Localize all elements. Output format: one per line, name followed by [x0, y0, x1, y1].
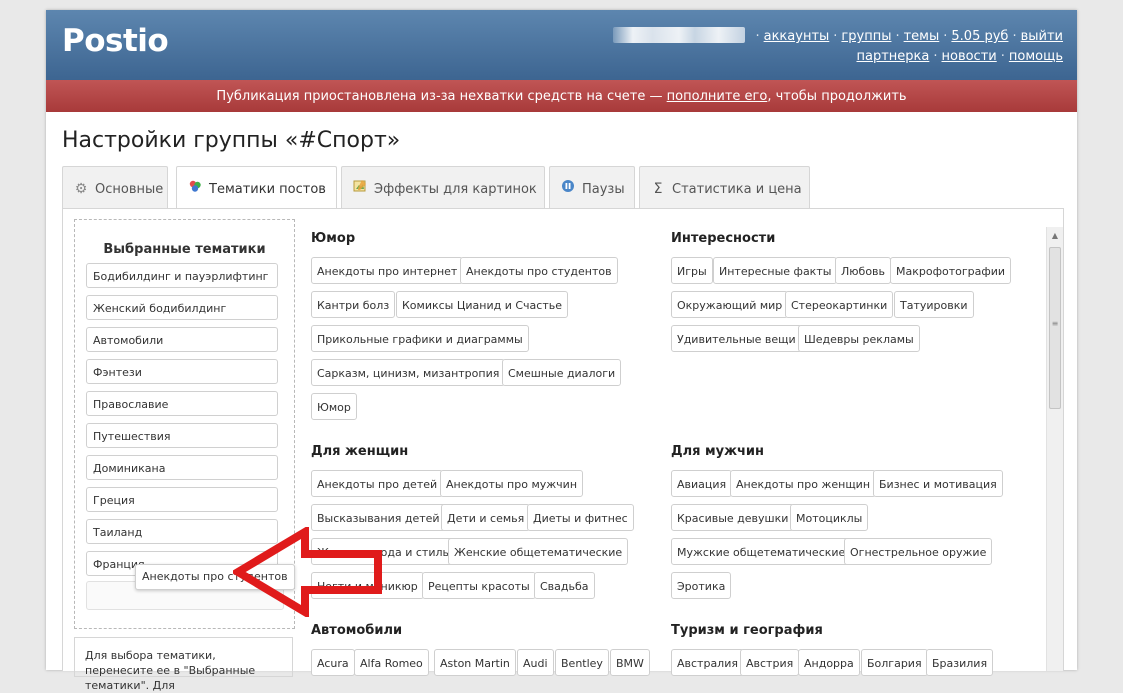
topic-chip[interactable]: Анекдоты про студентов — [460, 257, 618, 284]
selected-topics-title: Выбранные тематики — [103, 242, 266, 257]
instructions-hint: Для выбора тематики, перенесите ее в "Вы… — [74, 637, 293, 692]
topic-chip[interactable]: Красивые девушки — [671, 504, 795, 531]
topic-chip[interactable]: Анекдоты про женщин — [730, 470, 877, 497]
balance-link[interactable]: 5.05 руб — [951, 29, 1008, 44]
topnav-row-2: партнерка · новости · помощь — [856, 49, 1063, 64]
pause-icon — [560, 167, 576, 211]
topic-chip[interactable]: Кантри болз — [311, 291, 396, 318]
nav-themes-link[interactable]: темы — [904, 29, 940, 44]
nav-partners-link[interactable]: партнерка — [856, 49, 929, 64]
tab-pauses[interactable]: Паузы — [549, 166, 635, 208]
topic-chip[interactable]: Бразилия — [926, 649, 994, 676]
topic-chip[interactable]: Alfa Romeo — [354, 649, 429, 676]
topic-chip[interactable]: Юмор — [311, 393, 357, 420]
topic-chip[interactable]: Комиксы Цианид и Счастье — [396, 291, 569, 318]
app-window: Postio · аккаунты · группы · темы · 5.05 руб · вы… — [46, 10, 1077, 692]
topic-chip[interactable]: Шедевры рекламы — [798, 325, 920, 352]
topic-chip[interactable]: Андорра — [798, 649, 860, 676]
logout-link[interactable]: выйти — [1021, 29, 1063, 44]
topic-chip[interactable]: Болгария — [861, 649, 928, 676]
nav-accounts-link[interactable]: аккаунты — [764, 29, 830, 44]
topic-chip[interactable]: Audi — [517, 649, 554, 676]
topic-chip[interactable]: Анекдоты про мужчин — [440, 470, 584, 497]
topic-chip[interactable]: Acura — [311, 649, 355, 676]
header: Postio · аккаунты · группы · темы · 5.05 руб · вы… — [46, 10, 1077, 80]
publication-paused-alert: Публикация приостановлена из-за нехватки… — [46, 80, 1077, 112]
nav-groups-link[interactable]: группы — [841, 29, 891, 44]
topic-chip[interactable]: Австралия — [671, 649, 744, 676]
selected-topic-item[interactable]: Женский бодибилдинг — [86, 295, 278, 320]
topic-chip[interactable]: Смешные диалоги — [502, 359, 622, 386]
topic-chip[interactable]: Бизнес и мотивация — [873, 470, 1003, 497]
topics-panel: Выбранные тематики Бодибилдинг и пауэрли… — [62, 208, 1064, 692]
top-navigation: · аккаунты · группы · темы · 5.05 руб · выйти пар… — [613, 27, 1063, 67]
red-arrow-annotation — [233, 527, 382, 617]
selected-topic-item[interactable]: Фэнтези — [86, 359, 278, 384]
topic-chip[interactable]: Сарказм, цинизм, мизантропия — [311, 359, 506, 386]
topic-chip[interactable]: Диеты и фитнес — [527, 504, 634, 531]
gear-icon: ⚙ — [74, 181, 88, 197]
selected-topic-item[interactable]: Бодибилдинг и пауэрлифтинг — [86, 263, 278, 288]
image-effects-icon — [352, 167, 368, 211]
topic-chip[interactable]: Мотоциклы — [790, 504, 869, 531]
topic-chip[interactable]: Удивительные вещи — [671, 325, 802, 352]
topic-chip[interactable]: BMW — [610, 649, 650, 676]
selected-topic-item[interactable]: Доминикана — [86, 455, 278, 480]
topic-chip[interactable]: Aston Martin — [434, 649, 516, 676]
category-title: Интересности — [671, 231, 776, 246]
selected-topic-item[interactable]: Православие — [86, 391, 278, 416]
scrollbar-thumb[interactable]: ≡ — [1049, 247, 1061, 409]
tab-statistics-price[interactable]: Σ Статистика и цена — [639, 166, 810, 208]
tab-main[interactable]: ⚙ Основные — [62, 166, 168, 208]
selected-topic-item[interactable]: Греция — [86, 487, 278, 512]
category-title: Для женщин — [311, 444, 409, 459]
topic-chip[interactable]: Bentley — [555, 649, 609, 676]
selected-topic-item[interactable]: Автомобили — [86, 327, 278, 352]
topic-chip[interactable]: Стереокартинки — [785, 291, 894, 318]
topic-chip[interactable]: Австрия — [740, 649, 800, 676]
nav-help-link[interactable]: помощь — [1009, 49, 1063, 64]
topic-chip[interactable]: Татуировки — [894, 291, 974, 318]
topic-chip[interactable]: Мужские общетематические — [671, 538, 852, 565]
scroll-up-arrow-icon[interactable]: ▲ — [1047, 229, 1063, 243]
tab-image-effects[interactable]: Эффекты для картинок — [341, 166, 545, 208]
topic-chip[interactable]: Свадьба — [534, 572, 595, 599]
topic-chip[interactable]: Макрофотографии — [890, 257, 1012, 284]
topic-chip[interactable]: Окружающий мир — [671, 291, 789, 318]
logo[interactable]: Postio — [62, 23, 169, 59]
topics-scrollbar[interactable]: ▲ ≡ — [1046, 227, 1063, 671]
topics-icon — [187, 167, 203, 211]
category-title: Для мужчин — [671, 444, 765, 459]
category-title: Юмор — [311, 231, 356, 246]
topic-chip[interactable]: Любовь — [835, 257, 892, 284]
topic-chip[interactable]: Авиация — [671, 470, 733, 497]
topic-chip[interactable]: Интересные факты — [713, 257, 838, 284]
sigma-icon: Σ — [653, 181, 663, 197]
topnav-row-1: · аккаунты · группы · темы · 5.05 руб · выйти — [613, 27, 1063, 47]
topic-chip[interactable]: Рецепты красоты — [422, 572, 536, 599]
topic-chip[interactable]: Игры — [671, 257, 713, 284]
category-title: Автомобили — [311, 623, 403, 638]
category-title: Туризм и география — [671, 623, 823, 638]
topic-chip[interactable]: Анекдоты про интернет — [311, 257, 464, 284]
tab-post-topics[interactable]: Тематики постов — [176, 166, 337, 209]
topic-chip[interactable]: Эротика — [671, 572, 732, 599]
topic-chip[interactable]: Огнестрельное оружие — [844, 538, 993, 565]
account-name-redacted — [613, 27, 746, 43]
grip-icon: ≡ — [1051, 319, 1059, 328]
nav-news-link[interactable]: новости — [941, 49, 996, 64]
topic-chip[interactable]: Прикольные графики и диаграммы — [311, 325, 529, 352]
topic-chip[interactable]: Женские общетематические — [448, 538, 629, 565]
page-title: Настройки группы «#Спорт» — [62, 128, 401, 153]
selected-topic-item[interactable]: Путешествия — [86, 423, 278, 448]
topic-chip[interactable]: Дети и семья — [441, 504, 531, 531]
top-up-link[interactable]: пополните его — [667, 89, 768, 104]
topic-chip[interactable]: Анекдоты про детей — [311, 470, 444, 497]
